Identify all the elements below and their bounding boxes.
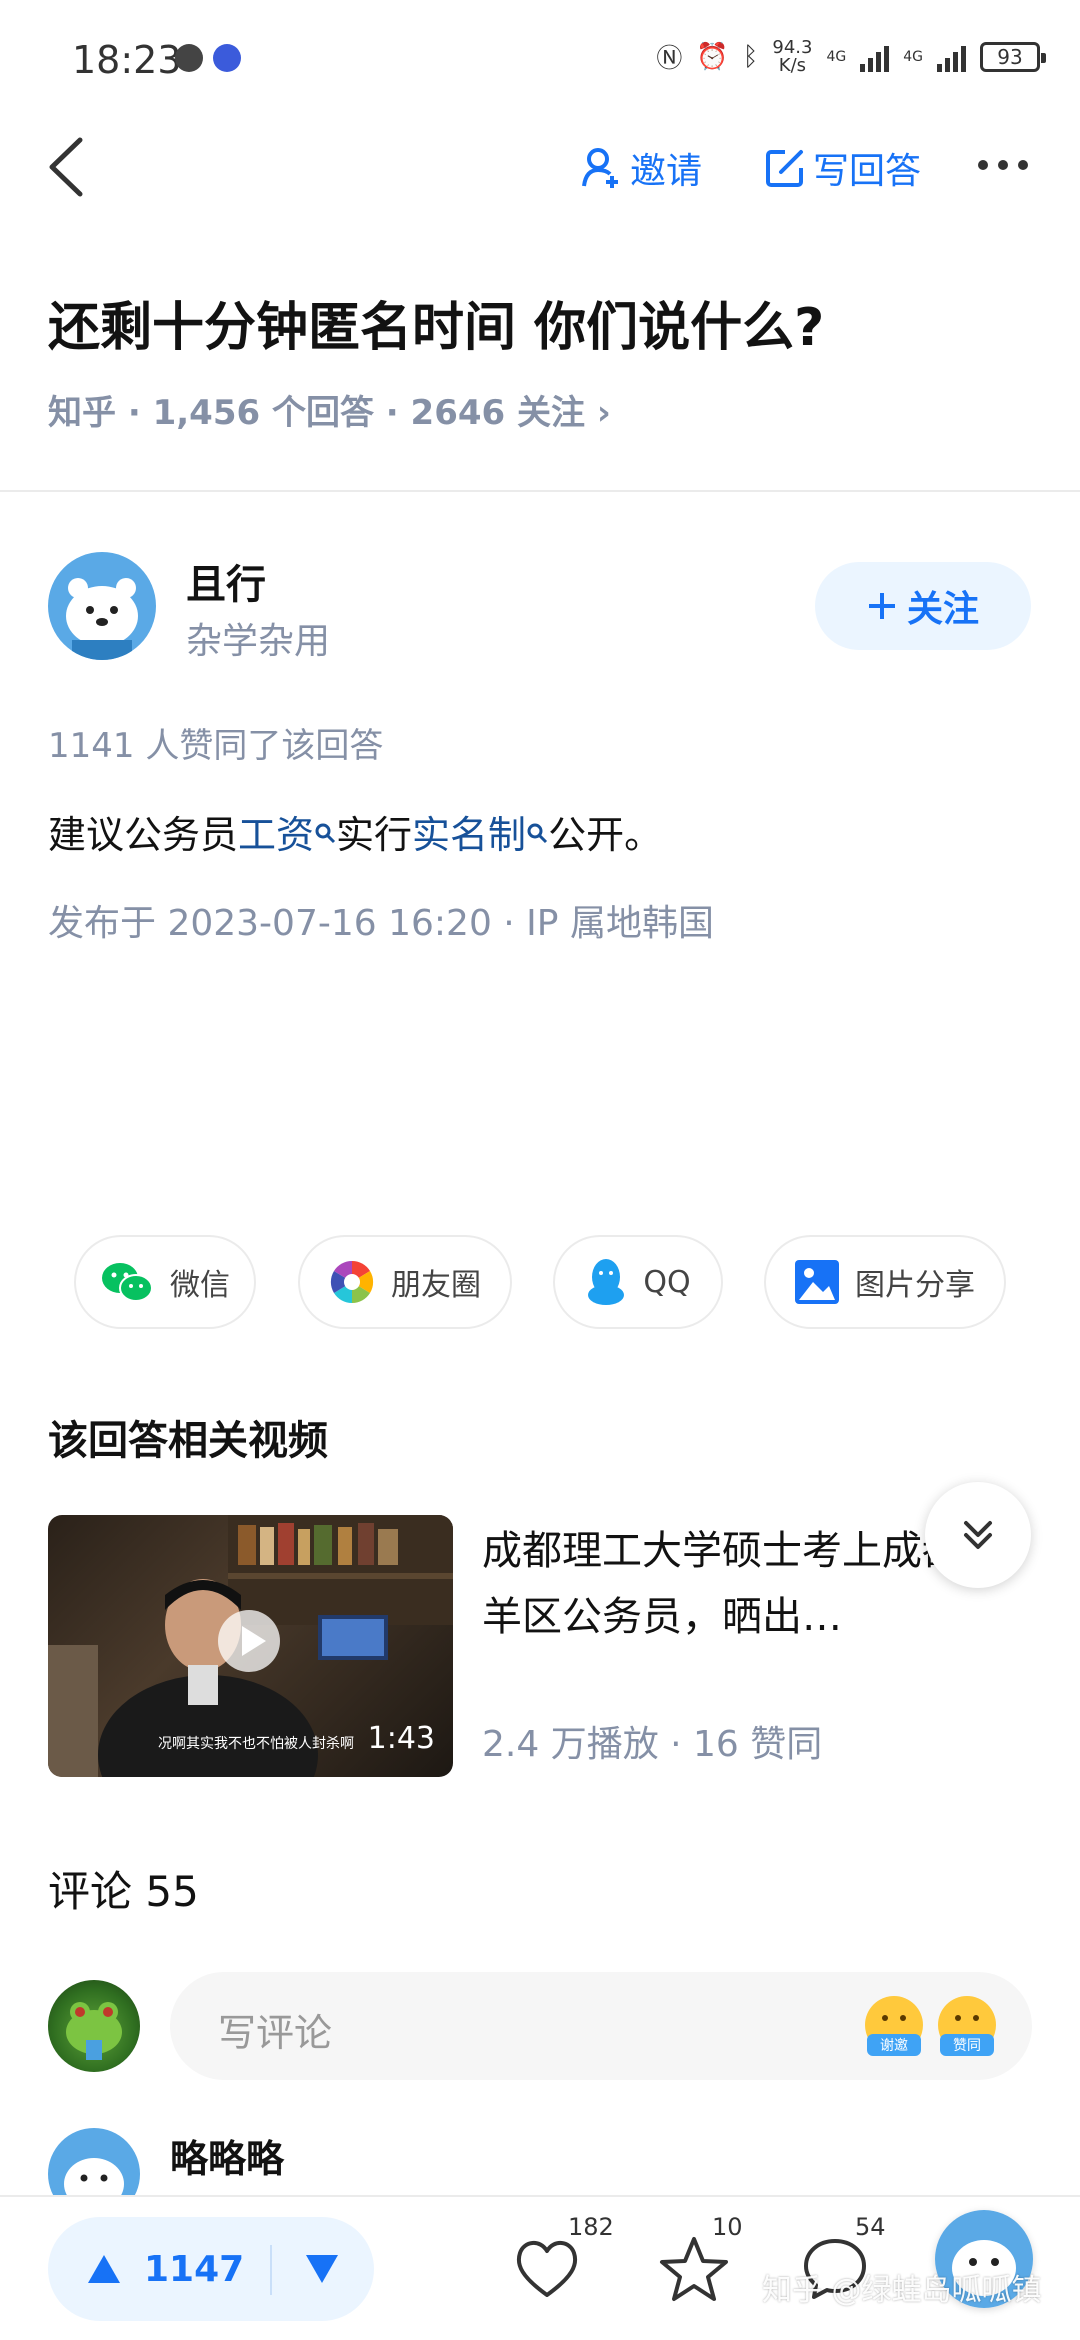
- like-button[interactable]: [512, 2235, 582, 2305]
- heart-icon: [516, 2241, 578, 2297]
- network-type-1: 4G: [826, 48, 847, 65]
- comment-count: 54: [855, 2213, 886, 2241]
- comment-input[interactable]: 写评论 谢邀 赞同: [170, 1972, 1032, 2080]
- commenter-name[interactable]: 略略略: [170, 2128, 284, 2183]
- video-subtitle: 况啊其实我不也不怕被人封杀啊: [158, 1736, 354, 1752]
- follow-label: 关注: [906, 589, 979, 630]
- system-indicators: Ⓝ ⏰ ᛒ 94.3 K/s 4G 4G 93: [656, 36, 1046, 76]
- top-nav: 邀请 写回答: [0, 120, 1080, 220]
- triangle-up-icon: [88, 2255, 120, 2283]
- plus-icon: [868, 593, 895, 619]
- search-icon: [315, 823, 336, 843]
- like-count: 182: [568, 2213, 614, 2241]
- question-meta[interactable]: 知乎 · 1,456 个回答 · 2646 关注 ›: [48, 385, 611, 434]
- network-type-2: 4G: [903, 48, 923, 65]
- back-arrow-icon: [49, 137, 83, 197]
- follow-button[interactable]: 关注: [815, 562, 1031, 650]
- status-time: 18:23: [72, 38, 182, 82]
- emoji-agree-button[interactable]: 赞同: [938, 1996, 996, 2056]
- more-options-button[interactable]: [978, 160, 1028, 170]
- signal-2-icon: [937, 42, 966, 72]
- related-video-heading: 该回答相关视频: [48, 1418, 328, 1464]
- more-dot-icon: [998, 160, 1008, 170]
- moments-icon: [330, 1260, 374, 1304]
- comment-placeholder: 写评论: [218, 2011, 333, 2055]
- downvote-button[interactable]: [304, 2253, 340, 2289]
- author-bio: 杂学杂用: [186, 621, 331, 662]
- bluetooth-icon: ᛒ: [742, 41, 759, 72]
- wechat-notification-icon: [175, 44, 203, 72]
- polar-bear-avatar-icon: [48, 552, 156, 660]
- notification-icons: [175, 44, 241, 72]
- edit-icon: [766, 150, 803, 187]
- vote-group: 1147: [48, 2217, 374, 2321]
- more-dot-icon: [978, 160, 988, 170]
- share-wechat-button[interactable]: 微信: [74, 1235, 256, 1329]
- collapse-button[interactable]: [925, 1482, 1031, 1588]
- share-image-button[interactable]: 图片分享: [764, 1235, 1006, 1329]
- vote-separator: [270, 2245, 272, 2295]
- play-icon: [242, 1626, 266, 1656]
- image-share-icon: [795, 1260, 839, 1304]
- keyword-link-real-name[interactable]: 实名制: [412, 813, 548, 857]
- share-qq-button[interactable]: QQ: [553, 1235, 723, 1329]
- back-button[interactable]: [40, 132, 100, 202]
- qq-icon: [588, 1259, 625, 1305]
- upvote-count: 1147: [144, 2248, 245, 2290]
- triangle-down-icon: [306, 2255, 338, 2283]
- comments-heading: 评论 55: [48, 1867, 199, 1916]
- status-bar: 18:23 Ⓝ ⏰ ᛒ 94.3 K/s 4G 4G 93: [0, 0, 1080, 120]
- answer-likes-summary: 1141 人赞同了该回答: [48, 726, 384, 766]
- publish-info: 发布于 2023-07-16 16:20 · IP 属地韩国: [48, 903, 714, 944]
- favorite-count: 10: [712, 2213, 743, 2241]
- play-button[interactable]: [218, 1610, 280, 1672]
- frog-avatar-icon: [66, 2002, 122, 2060]
- share-row: 微信 朋友圈 QQ 图片分享: [0, 1235, 1080, 1331]
- author-avatar[interactable]: [48, 552, 156, 660]
- question-title[interactable]: 还剩十分钟匿名时间 你们说什么?: [48, 285, 824, 360]
- video-thumbnail[interactable]: 况啊其实我不也不怕被人封杀啊 1:43: [48, 1515, 453, 1777]
- answer-content: 建议公务员工资 实行实名制 公开。: [48, 813, 663, 857]
- author-name[interactable]: 且行: [186, 552, 266, 610]
- share-moments-button[interactable]: 朋友圈: [298, 1235, 512, 1329]
- upvote-button[interactable]: 1147: [86, 2217, 244, 2321]
- divider: [0, 490, 1080, 492]
- watermark: 知乎 @绿蛙岛呱呱镇: [762, 2273, 1042, 2308]
- net-speed: 94.3 K/s: [772, 36, 813, 76]
- invite-user-icon: [582, 148, 618, 188]
- keyword-link-salary[interactable]: 工资: [238, 813, 336, 857]
- wechat-icon: [102, 1263, 153, 1302]
- signal-1-icon: [860, 42, 890, 72]
- search-icon: [527, 823, 548, 843]
- star-icon: [660, 2237, 728, 2301]
- more-dot-icon: [1018, 160, 1028, 170]
- invite-button[interactable]: 邀请: [582, 142, 702, 194]
- my-avatar: [48, 1980, 140, 2072]
- favorite-button[interactable]: [658, 2235, 730, 2307]
- video-stats: 2.4 万播放 · 16 赞同: [482, 1724, 823, 1765]
- alarm-icon: ⏰: [696, 41, 729, 72]
- write-answer-button[interactable]: 写回答: [765, 142, 921, 194]
- battery-icon: 93: [980, 41, 1046, 72]
- write-answer-label: 写回答: [813, 151, 922, 192]
- invite-label: 邀请: [630, 151, 703, 192]
- nfc-icon: Ⓝ: [656, 44, 683, 74]
- double-chevron-down-icon: [964, 1521, 992, 1549]
- video-duration: 1:43: [367, 1721, 435, 1756]
- tieba-notification-icon: [213, 44, 241, 72]
- emoji-invite-thanks-button[interactable]: 谢邀: [865, 1996, 923, 2056]
